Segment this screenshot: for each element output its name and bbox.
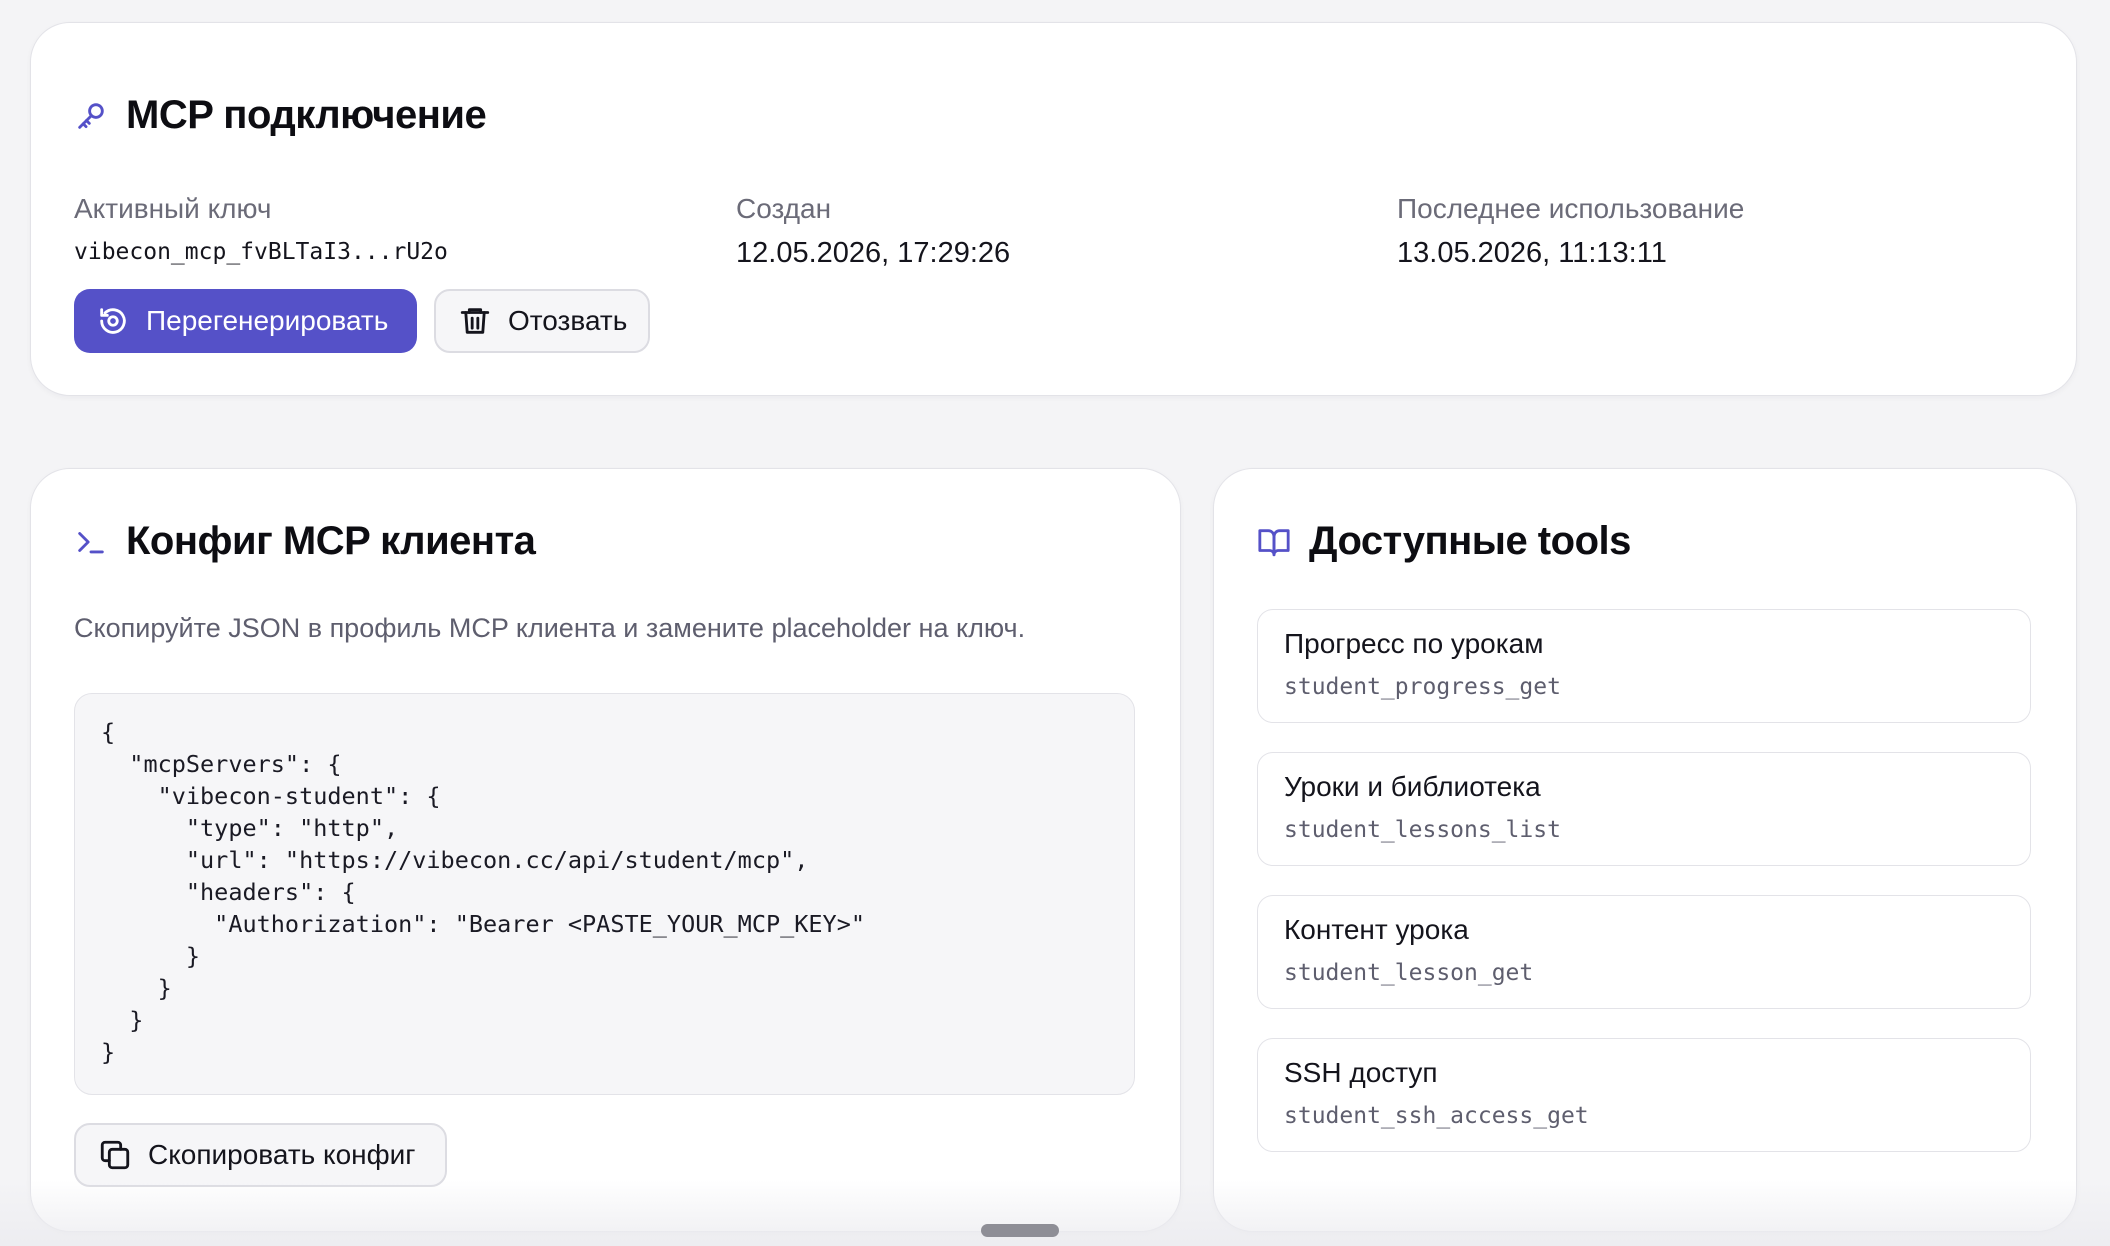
revoke-button[interactable]: Отозвать: [434, 289, 650, 353]
key-icon: [74, 99, 108, 133]
config-title: Конфиг MCP клиента: [74, 519, 536, 564]
terminal-icon: [74, 525, 108, 559]
trash-icon: [458, 304, 492, 338]
connection-title: MCP подключение: [74, 93, 487, 138]
tools-card: Доступные tools Прогресс по урокам stude…: [1213, 468, 2077, 1232]
config-title-text: Конфиг MCP клиента: [126, 519, 536, 563]
active-key-label: Активный ключ: [74, 193, 272, 224]
tool-id: student_lesson_get: [1284, 960, 1534, 986]
last-used-value: 13.05.2026, 11:13:11: [1397, 237, 1667, 269]
mcp-config-card: Конфиг MCP клиента Скопируйте JSON в про…: [30, 468, 1181, 1232]
refresh-icon: [96, 304, 130, 338]
tool-item: Прогресс по урокам student_progress_get: [1257, 609, 2031, 723]
created-value: 12.05.2026, 17:29:26: [736, 237, 1011, 269]
scroll-handle[interactable]: [981, 1224, 1059, 1237]
page: MCP подключение Активный ключ vibecon_mc…: [0, 0, 2110, 1246]
created-label: Создан: [736, 193, 832, 224]
revoke-label: Отозвать: [508, 305, 628, 336]
copy-config-button[interactable]: Скопировать конфиг: [74, 1123, 447, 1187]
tool-name: Контент урока: [1284, 914, 1469, 945]
tool-item: Контент урока student_lesson_get: [1257, 895, 2031, 1009]
config-code[interactable]: { "mcpServers": { "vibecon-student": { "…: [101, 716, 1108, 1068]
regenerate-label: Перегенерировать: [146, 305, 389, 336]
tool-name: SSH доступ: [1284, 1057, 1438, 1088]
tool-id: student_ssh_access_get: [1284, 1103, 1589, 1129]
tool-name: Уроки и библиотека: [1284, 771, 1541, 802]
tool-name: Прогресс по урокам: [1284, 628, 1544, 659]
connection-title-text: MCP подключение: [126, 93, 487, 137]
tool-id: student_lessons_list: [1284, 817, 1561, 843]
regenerate-button[interactable]: Перегенерировать: [74, 289, 417, 353]
active-key-value: vibecon_mcp_fvBLTaI3...rU2o: [74, 239, 448, 265]
tools-title: Доступные tools: [1257, 519, 1631, 564]
tool-list: Прогресс по урокам student_progress_get …: [1257, 609, 2031, 1181]
book-icon: [1257, 525, 1291, 559]
copy-icon: [98, 1138, 132, 1172]
last-used-block: Последнее использование 13.05.2026, 11:1…: [1397, 193, 1744, 270]
copy-config-label: Скопировать конфиг: [148, 1139, 416, 1170]
config-code-block[interactable]: { "mcpServers": { "vibecon-student": { "…: [74, 693, 1135, 1095]
mcp-connection-card: MCP подключение Активный ключ vibecon_mc…: [30, 22, 2077, 396]
tool-item: SSH доступ student_ssh_access_get: [1257, 1038, 2031, 1152]
config-description: Скопируйте JSON в профиль MCP клиента и …: [74, 613, 1026, 643]
tools-title-text: Доступные tools: [1309, 519, 1631, 563]
active-key-block: Активный ключ vibecon_mcp_fvBLTaI3...rU2…: [74, 193, 448, 265]
last-used-label: Последнее использование: [1397, 193, 1745, 224]
tool-item: Уроки и библиотека student_lessons_list: [1257, 752, 2031, 866]
created-block: Создан 12.05.2026, 17:29:26: [736, 193, 1010, 270]
tool-id: student_progress_get: [1284, 674, 1561, 700]
